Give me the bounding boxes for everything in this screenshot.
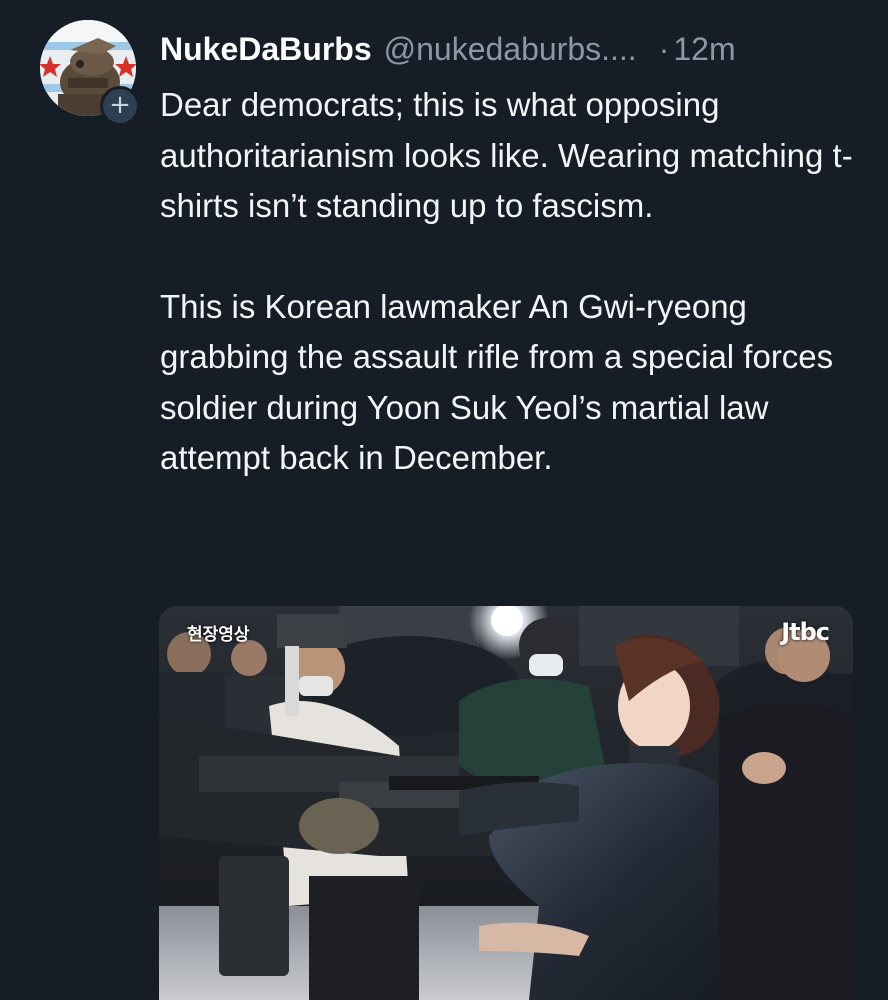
author-display-name[interactable]: NukeDaBurbs [160, 27, 372, 71]
post-card[interactable]: + NukeDaBurbs @nukedaburbs.... · 12m Dea… [0, 0, 888, 1000]
author-avatar[interactable]: + [40, 20, 140, 126]
post-paragraph-1: Dear democrats; this is what opposing au… [160, 86, 853, 224]
post-media-image[interactable]: 현장영상 Jtbc [159, 606, 853, 1000]
post-paragraph-2: This is Korean lawmaker An Gwi-ryeong gr… [160, 287, 834, 477]
separator-dot: · [658, 31, 670, 67]
post-body: Dear democrats; this is what opposing au… [160, 80, 860, 484]
media-overlay-label: 현장영상 [187, 625, 250, 645]
channel-logo: Jtbc [781, 618, 830, 646]
follow-button[interactable]: + [100, 86, 140, 126]
post-timestamp[interactable]: 12m [673, 27, 735, 71]
media-photo [159, 606, 853, 1000]
author-handle[interactable]: @nukedaburbs.... [384, 27, 637, 71]
post-header: NukeDaBurbs @nukedaburbs.... · 12m [160, 27, 854, 71]
plus-icon: + [109, 90, 131, 120]
